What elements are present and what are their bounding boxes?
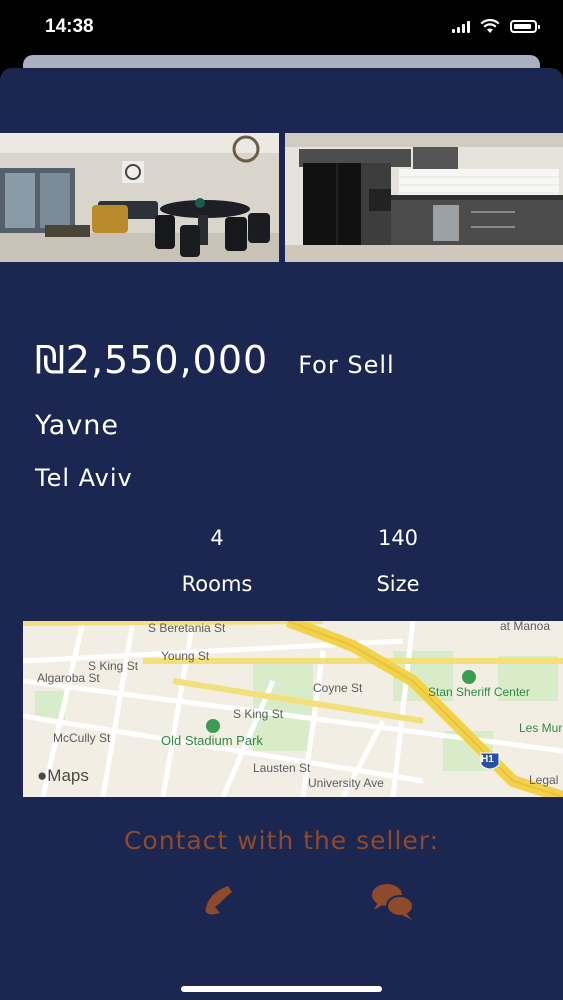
map-street-lausten: Lausten St	[253, 761, 311, 775]
city: Yavne	[35, 410, 120, 441]
signal-icon	[452, 20, 470, 33]
map-street-king-2: S King St	[233, 707, 284, 721]
phone-icon[interactable]	[198, 878, 244, 924]
wifi-icon	[480, 19, 500, 33]
rooms-value: 4	[210, 526, 224, 550]
map-street-beretania: S Beretania St	[148, 621, 226, 635]
size-value: 140	[377, 526, 419, 550]
map-highway-shield: H1	[481, 754, 494, 765]
listing-sheet[interactable]: ₪2,550,000 For Sell Yavne Tel Aviv 4 Roo…	[0, 68, 563, 1000]
maps-attribution: ●Maps	[37, 766, 89, 785]
map-place-old-stadium-park: Old Stadium Park	[161, 733, 263, 748]
rooms-label: Rooms	[181, 572, 253, 596]
deal-type: For Sell	[298, 351, 395, 379]
status-time: 14:38	[45, 16, 94, 37]
map-street-mccully: McCully St	[53, 731, 111, 745]
location-map[interactable]: S Beretania St Young St S King St Algaro…	[23, 621, 563, 797]
status-bar: 14:38	[0, 0, 563, 58]
map-manoa: at Manoa	[500, 621, 551, 633]
map-street-young: Young St	[161, 649, 210, 663]
apple-icon: ●	[37, 766, 48, 785]
map-place-stan-sheriff: Stan Sheriff Center	[428, 685, 530, 699]
rooms-stat: 4 Rooms	[157, 526, 277, 596]
region: Tel Aviv	[35, 464, 133, 492]
map-street-coyne: Coyne St	[313, 681, 363, 695]
size-label: Size	[376, 572, 420, 596]
map-place-les-murakami: Les Murakami Stadium	[519, 721, 563, 735]
battery-icon	[510, 20, 540, 33]
price: ₪2,550,000	[35, 338, 269, 382]
price-row: ₪2,550,000 For Sell	[35, 338, 395, 382]
map-place-legal: Legal	[529, 773, 559, 787]
home-indicator[interactable]	[181, 986, 382, 992]
map-street-algaroba: Algaroba St	[37, 671, 100, 685]
status-icons	[452, 19, 540, 34]
map-street-university: University Ave	[308, 776, 384, 790]
kitchen-photo[interactable]	[285, 133, 563, 262]
size-stat: 140 Size	[338, 526, 458, 596]
chat-icon[interactable]	[370, 878, 416, 924]
contact-title: Contact with the seller:	[123, 826, 440, 855]
living-room-photo[interactable]	[0, 133, 279, 262]
